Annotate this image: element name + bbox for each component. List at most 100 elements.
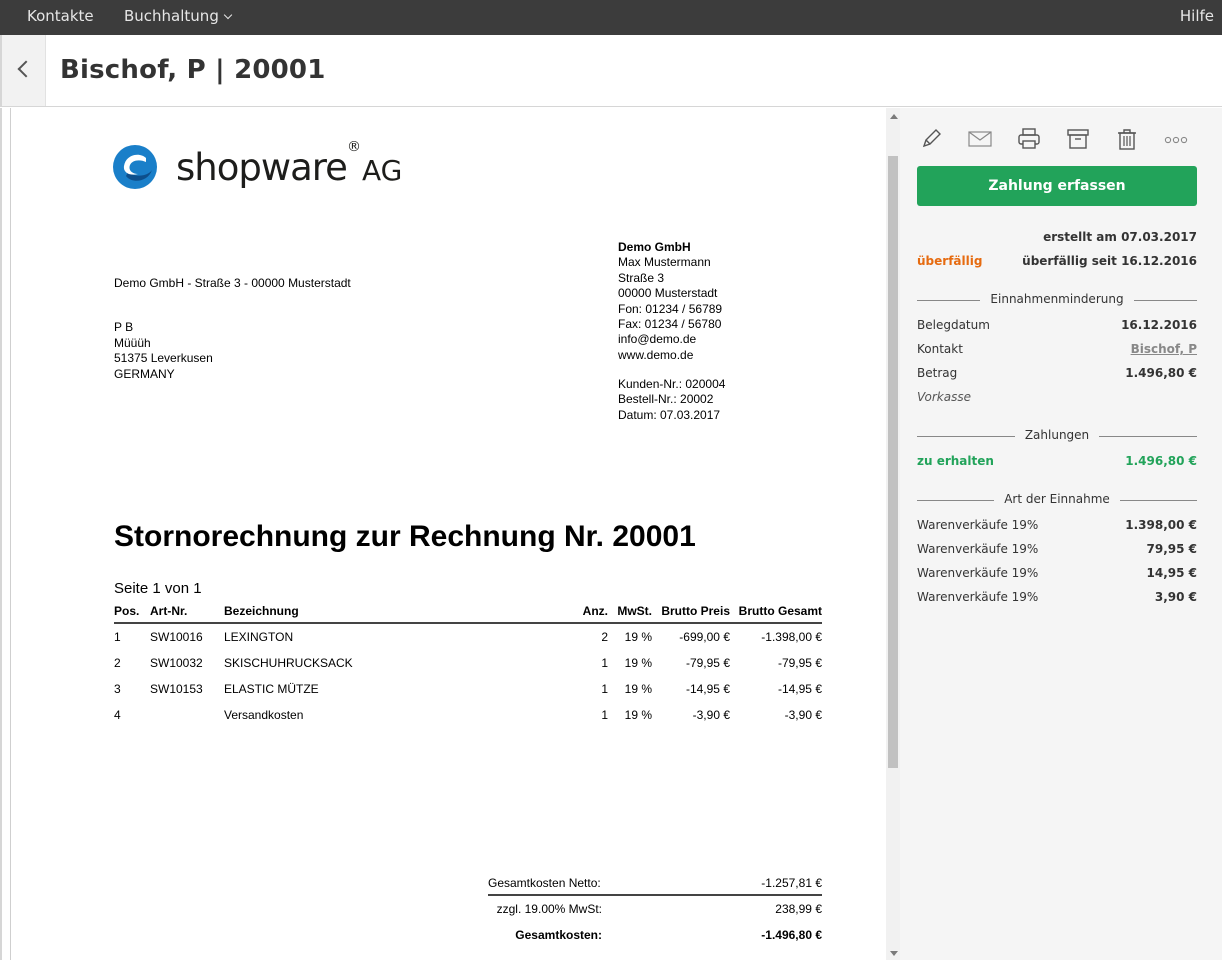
- logo-wordmark: shopware®AG: [176, 139, 403, 189]
- trash-icon[interactable]: [1114, 126, 1140, 152]
- field-row-date: Belegdatum 16.12.2016: [917, 318, 1197, 336]
- section-title: Art der Einnahme: [917, 492, 1197, 506]
- nav-help[interactable]: Hilfe: [1180, 7, 1214, 25]
- cell-anz: 1: [601, 682, 608, 696]
- payment-method: Vorkasse: [917, 390, 971, 404]
- revenue-value: 3,90 €: [1154, 590, 1197, 604]
- status-badge: überfällig: [917, 254, 983, 268]
- section-title-text: Art der Einnahme: [994, 492, 1120, 506]
- cell-anz: 1: [601, 708, 608, 722]
- cell-bez: LEXINGTON: [224, 630, 294, 644]
- scroll-up-arrow-icon[interactable]: [890, 114, 898, 119]
- logo-word: shopware: [176, 146, 348, 189]
- col-anz: Anz.: [582, 604, 608, 618]
- archive-icon[interactable]: [1065, 126, 1091, 152]
- revenue-label: Warenverkäufe 19%: [917, 590, 1039, 604]
- cell-preis: -699,00 €: [679, 630, 730, 644]
- total-label: zzgl. 19.00% MwSt:: [496, 902, 602, 916]
- cell-bez: Versandkosten: [224, 708, 304, 722]
- scroll-thumb[interactable]: [888, 156, 898, 768]
- more-icon[interactable]: [1163, 126, 1189, 152]
- scroll-down-arrow-icon[interactable]: [890, 951, 898, 956]
- envelope-icon[interactable]: [967, 126, 993, 152]
- cell-pos: 3: [114, 682, 121, 696]
- company-address: Demo GmbH Max Mustermann Straße 3 00000 …: [618, 240, 722, 363]
- shopware-logo-icon: [113, 145, 157, 189]
- field-value: 16.12.2016: [1121, 318, 1197, 332]
- total-value: -1.257,81 €: [761, 876, 822, 890]
- cell-mwst: 19 %: [624, 656, 652, 670]
- printer-icon[interactable]: [1016, 126, 1042, 152]
- company-line: Max Mustermann: [618, 255, 711, 270]
- order-number: Bestell-Nr.: 20002: [618, 392, 714, 407]
- revenue-row: Warenverkäufe 19% 79,95 €: [917, 542, 1197, 560]
- document-preview: shopware®AG Demo GmbH - Straße 3 - 00000…: [0, 108, 882, 960]
- col-mwst: MwSt.: [617, 604, 652, 618]
- revenue-value: 1.398,00 €: [1125, 518, 1197, 532]
- receivable-value: 1.496,80 €: [1125, 454, 1197, 468]
- document-ids: Kunden-Nr.: 020004 Bestell-Nr.: 20002 Da…: [618, 377, 725, 423]
- field-value: 1.496,80 €: [1125, 366, 1197, 380]
- field-label: Belegdatum: [917, 318, 990, 332]
- chevron-down-icon: [223, 10, 233, 20]
- cell-mwst: 19 %: [624, 708, 652, 722]
- revenue-row: Warenverkäufe 19% 3,90 €: [917, 590, 1197, 608]
- status-row: überfällig überfällig seit 16.12.2016: [917, 254, 1197, 272]
- section-title: Einnahmenminderung: [917, 292, 1197, 306]
- document-scrollbar[interactable]: [886, 108, 900, 960]
- logo-mark: ®: [346, 138, 361, 155]
- cell-pos: 1: [114, 630, 121, 644]
- total-row-gross: Gesamtkosten: -1.496,80 €: [488, 922, 822, 948]
- total-label: Gesamtkosten Netto:: [488, 876, 601, 890]
- cell-art: SW10016: [150, 630, 203, 644]
- customer-number: Kunden-Nr.: 020004: [618, 377, 726, 391]
- revenue-value: 79,95 €: [1146, 542, 1197, 556]
- field-row-method: Vorkasse: [917, 390, 1197, 408]
- revenue-row: Warenverkäufe 19% 1.398,00 €: [917, 518, 1197, 536]
- cell-gesamt: -3,90 €: [784, 708, 822, 722]
- nav-accounting[interactable]: Buchhaltung: [124, 7, 233, 25]
- cell-anz: 2: [601, 630, 608, 644]
- page-header: Bischof, P | 20001: [0, 35, 1222, 107]
- company-line: Fon: 01234 / 56789: [618, 301, 723, 316]
- cell-preis: -14,95 €: [685, 682, 730, 696]
- action-toolbar: [900, 126, 1222, 152]
- cell-mwst: 19 %: [624, 682, 652, 696]
- record-payment-button[interactable]: Zahlung erfassen: [917, 166, 1197, 206]
- chevron-left-icon: [17, 60, 35, 78]
- back-button[interactable]: [2, 35, 46, 106]
- logo-suffix: AG: [361, 154, 403, 187]
- top-nav: Kontakte Buchhaltung Hilfe: [0, 0, 1222, 35]
- page-title: Bischof, P | 20001: [60, 55, 326, 85]
- revenue-value: 14,95 €: [1146, 566, 1197, 580]
- cell-mwst: 19 %: [624, 630, 652, 644]
- total-label: Gesamtkosten:: [515, 928, 602, 942]
- details-sidebar: Zahlung erfassen erstellt am 07.03.2017 …: [900, 108, 1222, 960]
- col-art: Art-Nr.: [150, 604, 188, 618]
- contact-link[interactable]: Bischof, P: [1131, 342, 1197, 356]
- col-pos: Pos.: [114, 604, 140, 618]
- pencil-icon[interactable]: [918, 126, 944, 152]
- nav-contacts[interactable]: Kontakte: [27, 7, 94, 25]
- total-value: 238,99 €: [775, 902, 822, 916]
- recipient-line: 51375 Leverkusen: [114, 351, 213, 365]
- field-label: Betrag: [917, 366, 958, 380]
- company-line: Fax: 01234 / 56780: [618, 317, 722, 332]
- cell-preis: -79,95 €: [685, 656, 730, 670]
- document-title: Stornorechnung zur Rechnung Nr. 20001: [114, 520, 696, 553]
- section-revenue-type: Art der Einnahme: [917, 492, 1197, 510]
- company-line: www.demo.de: [618, 347, 694, 362]
- recipient-line: P B: [114, 320, 134, 334]
- col-preis: Brutto Preis: [661, 604, 730, 618]
- field-label: Kontakt: [917, 342, 963, 356]
- cell-gesamt: -1.398,00 €: [761, 630, 822, 644]
- revenue-row: Warenverkäufe 19% 14,95 €: [917, 566, 1197, 584]
- document-date: Datum: 07.03.2017: [618, 407, 721, 422]
- table-row: 1 SW10016 LEXINGTON 2 19 % -699,00 € -1.…: [114, 624, 822, 650]
- section-title: Zahlungen: [917, 428, 1197, 442]
- cell-gesamt: -14,95 €: [777, 682, 822, 696]
- table-header: Pos. Art-Nr. Bezeichnung Anz. MwSt. Brut…: [114, 602, 822, 624]
- recipient-address: P B Müüüh 51375 Leverkusen GERMANY: [114, 320, 213, 382]
- table-row: 2 SW10032 SKISCHUHRUCKSACK 1 19 % -79,95…: [114, 650, 822, 676]
- table-row: 4 Versandkosten 1 19 % -3,90 € -3,90 €: [114, 702, 822, 728]
